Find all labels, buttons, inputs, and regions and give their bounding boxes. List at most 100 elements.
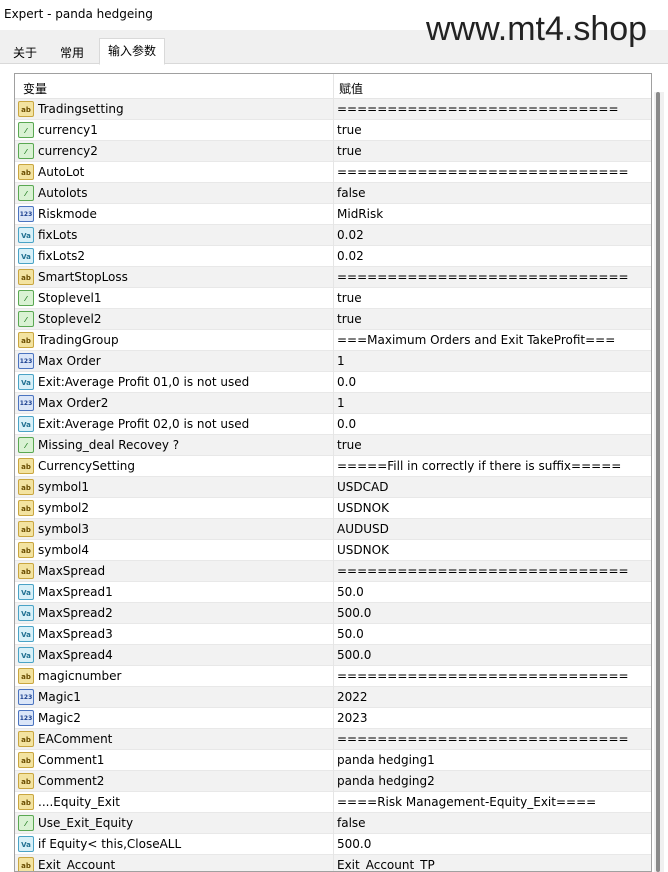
parameter-value[interactable]: 0.0 [337,417,356,431]
table-row[interactable]: Va Exit:Average Profit 02,0 is not used 0.… [15,414,651,435]
parameter-value[interactable]: ====Risk Management-Equity_Exit==== [337,795,596,809]
parameter-value[interactable]: true [337,123,362,137]
table-row[interactable]: Va MaxSpread3 50.0 [15,624,651,645]
column-divider [333,435,334,456]
tab-about[interactable]: 关于 [4,41,47,64]
parameter-value[interactable]: ============================= [337,270,629,284]
table-row[interactable]: ab symbol3 AUDUSD [15,519,651,540]
table-row[interactable]: ⁄ currency2 true [15,141,651,162]
parameter-value[interactable]: false [337,816,366,830]
parameter-name: MaxSpread [38,564,106,578]
parameter-name: MaxSpread3 [38,627,113,641]
scrollbar-thumb[interactable] [656,92,660,872]
table-row[interactable]: ⁄ Stoplevel2 true [15,309,651,330]
double-type-icon: Va [18,248,34,264]
column-divider [333,120,334,141]
parameter-value[interactable]: ============================= [337,165,629,179]
parameter-value[interactable]: 50.0 [337,585,364,599]
table-row[interactable]: Va fixLots 0.02 [15,225,651,246]
table-row[interactable]: ⁄ currency1 true [15,120,651,141]
parameter-value[interactable]: panda hedging2 [337,774,435,788]
table-row[interactable]: Va Exit:Average Profit 01,0 is not used 0.… [15,372,651,393]
table-row[interactable]: ⁄ Stoplevel1 true [15,288,651,309]
parameter-value[interactable]: ============================= [337,732,629,746]
parameter-value[interactable]: 1 [337,354,345,368]
parameter-value[interactable]: ============================= [337,669,629,683]
parameter-value[interactable]: USDCAD [337,480,388,494]
table-row[interactable]: 123 Magic2 2023 [15,708,651,729]
parameter-value[interactable]: true [337,291,362,305]
column-divider [333,624,334,645]
parameter-value[interactable]: 2023 [337,711,368,725]
vertical-scrollbar[interactable] [654,92,664,872]
tab-common[interactable]: 常用 [51,41,94,64]
parameter-value[interactable]: 50.0 [337,627,364,641]
parameter-value[interactable]: 0.02 [337,249,364,263]
parameter-name: fixLots [38,228,78,242]
string-type-icon: ab [18,479,34,495]
table-row[interactable]: ab SmartStopLoss =========================… [15,267,651,288]
parameter-value[interactable]: USDNOK [337,501,389,515]
parameter-value[interactable]: =====Fill in correctly if there is suffi… [337,459,621,473]
table-row[interactable]: ab Comment2 panda hedging2 [15,771,651,792]
window-title: Expert - panda hedgeing [4,7,153,21]
table-row[interactable]: ab symbol1 USDCAD [15,477,651,498]
parameter-name: Riskmode [38,207,97,221]
table-row[interactable]: ab TradingGroup ===Maximum Orders and Exit… [15,330,651,351]
table-row[interactable]: 123 Riskmode MidRisk [15,204,651,225]
parameter-value[interactable]: MidRisk [337,207,383,221]
parameter-value[interactable]: 500.0 [337,606,371,620]
table-row[interactable]: ab Exit_Account Exit_Account_TP [15,855,651,871]
parameter-value[interactable]: true [337,312,362,326]
integer-type-icon: 123 [18,206,34,222]
table-row[interactable]: 123 Magic1 2022 [15,687,651,708]
table-row[interactable]: Va MaxSpread1 50.0 [15,582,651,603]
parameter-value[interactable]: USDNOK [337,543,389,557]
table-row[interactable]: Va fixLots2 0.02 [15,246,651,267]
table-row[interactable]: ab ....Equity_Exit ====Risk Management-Equ… [15,792,651,813]
column-divider [333,225,334,246]
table-row[interactable]: Va if Equity< this,CloseALL 500.0 [15,834,651,855]
string-type-icon: ab [18,500,34,516]
parameter-value[interactable]: true [337,144,362,158]
table-row[interactable]: ab MaxSpread ============================= [15,561,651,582]
table-row[interactable]: ab CurrencySetting =====Fill in correctly … [15,456,651,477]
parameter-value[interactable]: panda hedging1 [337,753,435,767]
tab-inputs[interactable]: 输入参数 [99,38,166,65]
parameter-value[interactable]: 500.0 [337,837,371,851]
input-parameters-grid: 变量 赋值 ab Tradingsetting ==================… [14,73,652,872]
parameter-value[interactable]: ============================= [337,564,629,578]
string-type-icon: ab [18,332,34,348]
table-row[interactable]: ab symbol2 USDNOK [15,498,651,519]
table-row[interactable]: ab AutoLot ============================= [15,162,651,183]
parameter-value[interactable]: false [337,186,366,200]
parameter-value[interactable]: ===Maximum Orders and Exit TakeProfit=== [337,333,615,347]
parameter-value[interactable]: 0.0 [337,375,356,389]
table-row[interactable]: 123 Max Order 1 [15,351,651,372]
column-divider [333,99,334,120]
parameter-value[interactable]: AUDUSD [337,522,389,536]
column-divider[interactable] [333,74,334,99]
parameter-value[interactable]: 0.02 [337,228,364,242]
table-row[interactable]: Va MaxSpread2 500.0 [15,603,651,624]
parameter-value[interactable]: true [337,438,362,452]
table-row[interactable]: ⁄ Missing_deal Recovey ? true [15,435,651,456]
table-row[interactable]: ab magicnumber ===========================… [15,666,651,687]
column-header-variable[interactable]: 变量 [23,80,47,97]
table-row[interactable]: Va MaxSpread4 500.0 [15,645,651,666]
table-row[interactable]: 123 Max Order2 1 [15,393,651,414]
table-row[interactable]: ab Comment1 panda hedging1 [15,750,651,771]
bool-type-icon: ⁄ [18,290,34,306]
column-header-value[interactable]: 赋值 [339,80,363,97]
parameter-value[interactable]: 2022 [337,690,368,704]
parameter-value[interactable]: 1 [337,396,345,410]
parameter-value[interactable]: 500.0 [337,648,371,662]
table-row[interactable]: ⁄ Use_Exit_Equity false [15,813,651,834]
parameter-value[interactable]: Exit_Account_TP [337,858,435,871]
column-divider [333,792,334,813]
parameter-value[interactable]: ============================ [337,102,619,116]
table-row[interactable]: ab EAComment ============================= [15,729,651,750]
table-row[interactable]: ⁄ Autolots false [15,183,651,204]
table-row[interactable]: ab Tradingsetting ========================… [15,99,651,120]
table-row[interactable]: ab symbol4 USDNOK [15,540,651,561]
